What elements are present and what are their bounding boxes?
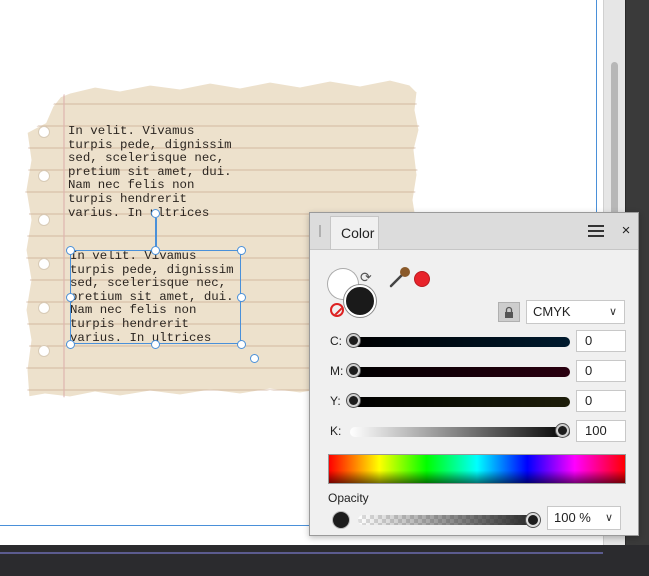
tab-color[interactable]: Color	[330, 216, 379, 249]
resize-handle-right[interactable]	[237, 293, 246, 302]
resize-handle-bottom[interactable]	[151, 340, 160, 349]
slider-value-key[interactable]: 100	[576, 420, 626, 442]
hamburger-menu-icon[interactable]	[588, 225, 604, 237]
slider-knob-key[interactable]	[556, 424, 569, 437]
resize-handle-left[interactable]	[66, 293, 75, 302]
chevron-down-icon: ∨	[604, 512, 613, 524]
selection-bounding-box[interactable]	[70, 250, 241, 344]
picked-color-swatch[interactable]	[414, 271, 430, 287]
slider-label-key: K:	[330, 424, 342, 438]
close-panel-button[interactable]: ×	[617, 222, 635, 240]
bottom-accent-line	[0, 552, 603, 554]
bottom-status-bar	[0, 545, 649, 576]
resize-handle-top-left[interactable]	[66, 246, 75, 255]
rotation-handle[interactable]	[151, 209, 160, 218]
slider-value-magenta[interactable]: 0	[576, 360, 626, 382]
opacity-value-select[interactable]: 100 % ∨	[547, 506, 621, 530]
resize-handle-bottom-right[interactable]	[237, 340, 246, 349]
lock-color-button[interactable]	[498, 302, 520, 322]
panel-grip-icon[interactable]	[319, 225, 321, 237]
slider-label-magenta: M:	[330, 364, 344, 378]
slider-value-cyan[interactable]: 0	[576, 330, 626, 352]
padlock-icon	[505, 306, 513, 318]
paper-text-block-original[interactable]: In velit. Vivamus turpis pede, dignissim…	[68, 124, 232, 220]
fill-stroke-swatches	[328, 269, 388, 321]
resize-handle-top[interactable]	[151, 246, 160, 255]
chevron-down-icon: ∨	[608, 306, 617, 318]
stroke-swatch[interactable]	[344, 285, 376, 317]
slider-knob-magenta[interactable]	[347, 364, 360, 377]
color-panel: Color × ⟳ CMYK ∨ C: 0 M: 0 Y: 0 K: 100 O…	[309, 212, 639, 536]
color-panel-header: Color ×	[310, 213, 638, 250]
color-picker-eyedropper-icon[interactable]	[388, 265, 412, 289]
opacity-slider-knob[interactable]	[526, 513, 540, 527]
opacity-label: Opacity	[328, 491, 369, 505]
slider-track-yellow[interactable]	[350, 397, 570, 407]
slider-label-cyan: C:	[330, 334, 342, 348]
opacity-value: 100 %	[554, 510, 591, 525]
slider-row-magenta: M: 0	[310, 360, 638, 384]
slider-row-yellow: Y: 0	[310, 390, 638, 414]
slider-knob-cyan[interactable]	[347, 334, 360, 347]
color-model-select[interactable]: CMYK ∨	[526, 300, 625, 324]
slider-row-cyan: C: 0	[310, 330, 638, 354]
resize-handle-top-right[interactable]	[237, 246, 246, 255]
opacity-color-swatch	[332, 511, 350, 529]
text-flow-handle[interactable]	[250, 354, 259, 363]
none-color-icon[interactable]	[330, 303, 344, 317]
slider-track-key[interactable]	[350, 427, 570, 437]
slider-label-yellow: Y:	[330, 394, 341, 408]
slider-row-key: K: 100	[310, 420, 638, 444]
opacity-slider-track[interactable]	[358, 515, 534, 525]
swap-colors-icon[interactable]: ⟳	[360, 269, 372, 286]
slider-knob-yellow[interactable]	[347, 394, 360, 407]
slider-track-magenta[interactable]	[350, 367, 570, 377]
resize-handle-bottom-left[interactable]	[66, 340, 75, 349]
color-model-value: CMYK	[533, 304, 571, 319]
slider-value-yellow[interactable]: 0	[576, 390, 626, 412]
slider-track-cyan[interactable]	[350, 337, 570, 347]
color-spectrum[interactable]	[328, 454, 626, 484]
